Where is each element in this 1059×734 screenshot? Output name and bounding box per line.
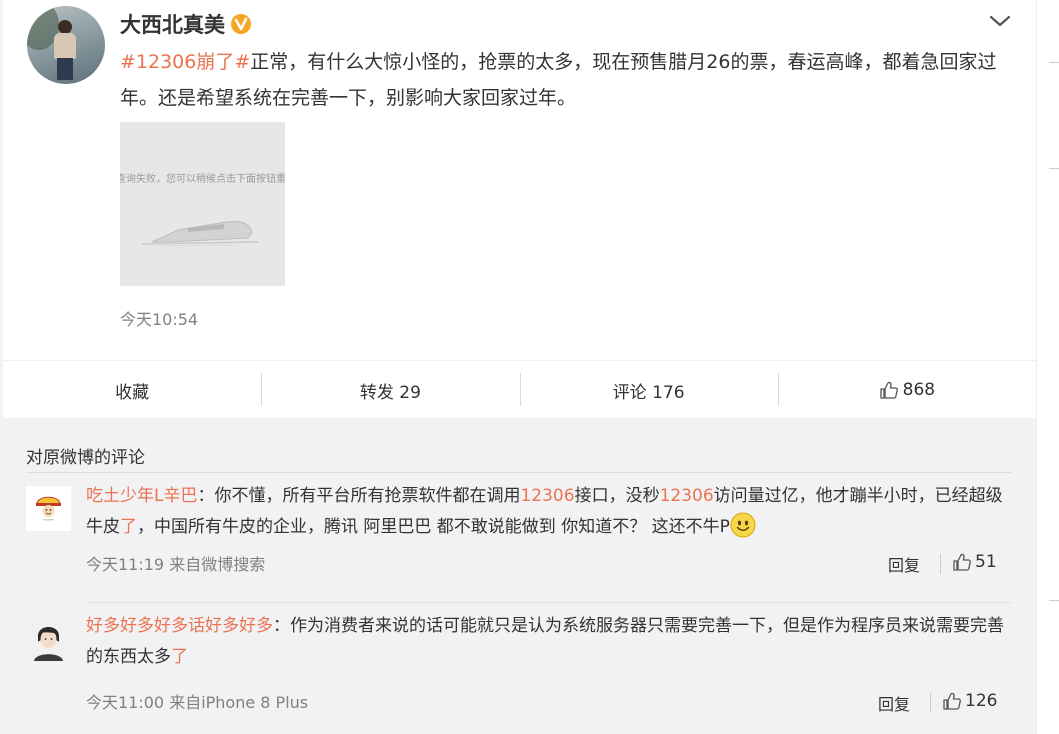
post-image[interactable]: 查询失败，您可以稍候点击下面按钮重 <box>120 122 285 286</box>
comment-action-separator <box>930 693 931 713</box>
thumbs-up-icon <box>943 692 961 710</box>
repost-button[interactable]: 转发 29 <box>261 361 519 419</box>
post-author-name-text[interactable]: 大西北真美 <box>120 9 225 39</box>
comment-item: 好多好多好多话好多好多：作为消费者来说的话可能就只是认为系统服务器只需要完善一下… <box>26 616 1012 716</box>
comments-section-title: 对原微博的评论 <box>26 448 145 468</box>
reply-button[interactable]: 回复 <box>878 691 910 715</box>
comment-username[interactable]: 好多好多好多话好多好多 <box>86 616 273 636</box>
verified-icon <box>231 14 251 34</box>
post-action-bar: 收藏 转发 29 评论 176 868 <box>3 360 1036 418</box>
like-count: 868 <box>902 380 936 400</box>
post-text: #12306崩了#正常，有什么大惊小怪的，抢票的太多，现在预售腊月26的票，春运… <box>120 44 1000 116</box>
comment-item: 吃土少年L辛巴：你不懂，所有平台所有抢票软件都在调用12306接口，没秒1230… <box>26 486 1012 586</box>
post-body-text: 正常，有什么大惊小怪的，抢票的太多，现在预售腊月26的票，春运高峰，都着急回家过… <box>120 51 997 109</box>
comments-divider <box>26 472 1012 473</box>
train-illustration <box>141 221 259 247</box>
comment-text-highlight: 了 <box>171 647 188 667</box>
like-button[interactable]: 868 <box>777 361 1036 419</box>
comment-label: 评论 176 <box>612 382 685 403</box>
comment-text-highlight: 12306 <box>659 486 714 506</box>
comment-text: 吃土少年L辛巴：你不懂，所有平台所有抢票软件都在调用12306接口，没秒1230… <box>86 481 1012 543</box>
comment-text-part: ，中国所有牛皮的企业，腾讯 阿里巴巴 都不敢说能做到 你知道不？ 这还不牛P <box>137 517 730 537</box>
comment-username[interactable]: 吃土少年L辛巴 <box>86 486 197 506</box>
comment-avatar[interactable] <box>26 616 71 661</box>
thumbs-up-icon <box>879 381 898 399</box>
post-author-avatar[interactable] <box>27 6 105 84</box>
post-card: 大西北真美 #12306崩了#正常，有什么大惊小怪的，抢票的太多，现在预售腊月2… <box>3 0 1036 418</box>
reply-button[interactable]: 回复 <box>888 552 920 576</box>
weibo-page: 大西北真美 #12306崩了#正常，有什么大惊小怪的，抢票的太多，现在预售腊月2… <box>0 0 1059 734</box>
comment-meta: 今天11:00 来自iPhone 8 Plus <box>86 693 309 712</box>
comment-action-separator <box>940 554 941 574</box>
comment-text: 好多好多好多话好多好多：作为消费者来说的话可能就只是认为系统服务器只需要完善一下… <box>86 611 1012 673</box>
comment-text-part: ：你不懂，所有平台所有抢票软件都在调用 <box>197 486 521 506</box>
favorite-button[interactable]: 收藏 <box>3 361 261 419</box>
post-timestamp[interactable]: 今天10:54 <box>120 306 198 330</box>
comment-text-highlight: 12306 <box>520 486 575 506</box>
comment-like-button[interactable]: 51 <box>952 552 997 572</box>
comment-like-count: 51 <box>975 552 997 572</box>
thumbs-up-icon <box>953 553 971 571</box>
right-sidebar-edge <box>1036 0 1059 734</box>
comment-text-part: 接口，没秒 <box>574 486 660 506</box>
comment-like-count: 126 <box>965 691 998 711</box>
smile-emoji-icon <box>730 512 756 538</box>
comment-text-highlight: 了 <box>120 517 137 537</box>
comment-avatar[interactable] <box>26 486 71 531</box>
comment-like-button[interactable]: 126 <box>942 691 997 711</box>
comment-button[interactable]: 评论 176 <box>519 361 778 419</box>
repost-label: 转发 29 <box>359 382 421 403</box>
post-hashtag[interactable]: #12306崩了# <box>120 51 250 73</box>
comment-meta: 今天11:19 来自微博搜索 <box>86 555 266 574</box>
post-image-caption: 查询失败，您可以稍候点击下面按钮重 <box>120 174 285 185</box>
chevron-down-icon[interactable] <box>987 10 1013 32</box>
comment-divider <box>86 602 1012 603</box>
post-author-name[interactable]: 大西北真美 <box>120 9 251 39</box>
favorite-label: 收藏 <box>115 382 150 403</box>
